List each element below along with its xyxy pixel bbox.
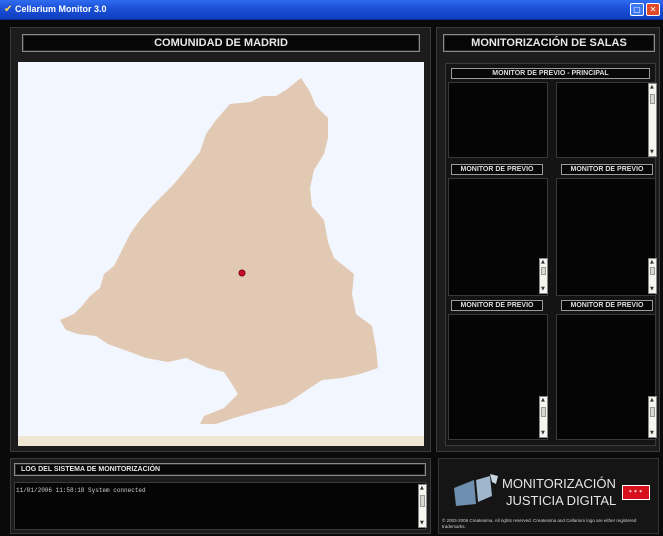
monitor-header-1: MONITOR DE PREVIO [451, 164, 543, 175]
scroll-thumb[interactable] [650, 407, 655, 417]
map-panel-header: COMUNIDAD DE MADRID [22, 34, 420, 52]
madrid-region-shape [60, 78, 378, 424]
monitor-3-scrollbar[interactable]: ▲ ▼ [539, 396, 548, 438]
main-monitor-screen-left[interactable] [448, 82, 548, 158]
scroll-up-icon[interactable]: ▲ [420, 486, 425, 491]
window-title: Cellarium Monitor 3.0 [15, 4, 107, 14]
madrid-map[interactable] [18, 62, 424, 446]
monitor-screen-1[interactable] [448, 178, 548, 296]
rooms-panel-header: MONITORIZACIÓN DE SALAS [443, 34, 655, 52]
scroll-down-icon[interactable]: ▼ [420, 521, 425, 526]
brand-line-1: MONITORIZACIÓN [502, 476, 616, 491]
scroll-up-icon[interactable]: ▲ [650, 85, 655, 90]
madrid-flag-logo: ✶✶✶ [622, 485, 650, 500]
log-scrollbar[interactable]: ▲ ▼ [418, 484, 427, 528]
monitor-4-scrollbar[interactable]: ▲ ▼ [648, 396, 657, 438]
app-icon: ✔ [4, 4, 13, 15]
monitor-screen-3[interactable] [448, 314, 548, 440]
main-monitor-screen-right[interactable] [556, 82, 656, 158]
monitor-screen-2[interactable] [556, 178, 656, 296]
location-marker[interactable] [238, 269, 246, 277]
maximize-button[interactable]: ▢ [630, 3, 644, 16]
scroll-thumb[interactable] [650, 94, 655, 104]
close-button[interactable]: ✕ [646, 3, 660, 16]
scroll-down-icon[interactable]: ▼ [650, 431, 655, 436]
scroll-down-icon[interactable]: ▼ [541, 287, 546, 292]
scroll-thumb[interactable] [541, 407, 546, 417]
brand-line-2: JUSTICIA DIGITAL [506, 493, 617, 508]
scroll-thumb[interactable] [541, 267, 546, 275]
monitor-header-3: MONITOR DE PREVIO [451, 300, 543, 311]
map-footer-strip [18, 436, 424, 446]
monitor-1-scrollbar[interactable]: ▲ ▼ [539, 258, 548, 294]
scroll-thumb[interactable] [650, 267, 655, 275]
scroll-up-icon[interactable]: ▲ [541, 398, 546, 403]
justicia-digital-logo-icon [454, 474, 498, 506]
title-bar: ✔ Cellarium Monitor 3.0 ▢ ✕ [0, 0, 663, 20]
main-monitor-scrollbar[interactable]: ▲ ▼ [648, 83, 657, 157]
scroll-down-icon[interactable]: ▼ [650, 287, 655, 292]
scroll-down-icon[interactable]: ▼ [650, 150, 655, 155]
copyright-text: © 2003-2006 Createsima. All rights reser… [442, 518, 637, 529]
log-entry: 11/01/2006 11:58:18 System connected [16, 487, 146, 494]
monitor-header-2: MONITOR DE PREVIO [561, 164, 653, 175]
log-panel-header: LOG DEL SISTEMA DE MONITORIZACIÓN [14, 463, 426, 476]
scroll-thumb[interactable] [420, 495, 425, 507]
scroll-up-icon[interactable]: ▲ [541, 260, 546, 265]
scroll-up-icon[interactable]: ▲ [650, 260, 655, 265]
main-monitor-header: MONITOR DE PREVIO - PRINCIPAL [451, 68, 650, 79]
scroll-up-icon[interactable]: ▲ [650, 398, 655, 403]
monitor-2-scrollbar[interactable]: ▲ ▼ [648, 258, 657, 294]
scroll-down-icon[interactable]: ▼ [541, 431, 546, 436]
monitor-header-4: MONITOR DE PREVIO [561, 300, 653, 311]
monitor-screen-4[interactable] [556, 314, 656, 440]
